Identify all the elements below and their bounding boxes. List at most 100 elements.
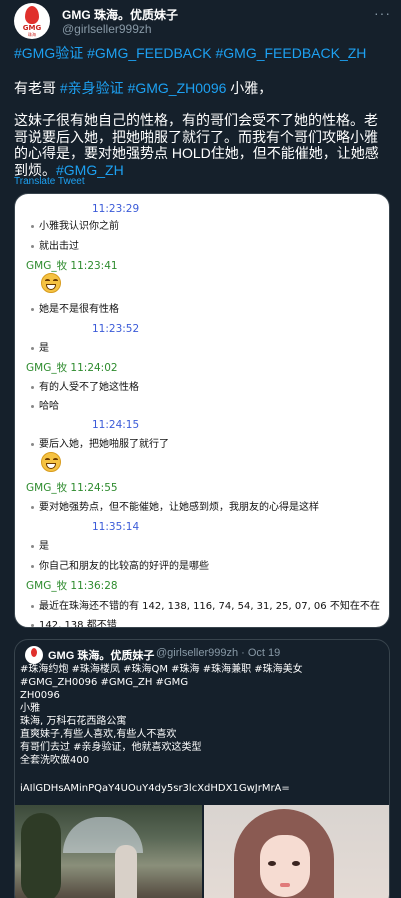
quoted-line: 有哥们去过 #亲身验证，他就喜欢这类型 bbox=[20, 742, 202, 753]
quoted-author-avatar bbox=[25, 646, 43, 664]
photo-eye-left bbox=[268, 861, 276, 866]
chat-message: 要对她强势点，但不能催她，让她感到烦，我朋友的心得是这样 bbox=[15, 495, 389, 514]
chat-message-text: 是 bbox=[31, 343, 49, 354]
chat-message-content: 142, 138 都不错 bbox=[39, 620, 117, 628]
author-handle[interactable]: @girlseller999zh bbox=[62, 22, 152, 36]
chat-timestamp: 11:23:52 bbox=[92, 323, 140, 335]
author-name[interactable]: GMG 珠海。优质妹子 bbox=[62, 6, 178, 23]
chat-sender-timestamp: GMG_牧 11:24:55 bbox=[26, 482, 118, 494]
photo-eye-right bbox=[292, 861, 300, 866]
chat-message-content: 是 bbox=[39, 541, 49, 552]
grin-emoji-icon bbox=[41, 452, 61, 472]
chat-bullet-icon bbox=[31, 307, 34, 311]
line2-prefix: 有老哥 bbox=[14, 80, 60, 96]
chat-message-content: 要对她强势点，但不能催她，让她感到烦，我朋友的心得是这样 bbox=[39, 502, 319, 513]
chat-bullet-icon bbox=[31, 505, 34, 509]
chat-sender-timestamp: GMG_牧 11:23:41 bbox=[26, 260, 118, 272]
chat-message-text: 哈哈 bbox=[31, 401, 59, 412]
quoted-tweet-code: iAIlGDHsAMinPQaY4UOuY4dy5sr3lcXdHDX1GwJr… bbox=[20, 783, 290, 794]
chat-message: 你自己和朋友的比较高的好评的是哪些 bbox=[15, 554, 389, 573]
chat-sender-timestamp: GMG_牧 11:24:02 bbox=[26, 362, 118, 374]
chat-timestamp-other: GMG_牧 11:24:02 bbox=[15, 356, 389, 375]
quoted-line: 全套洗吹做400 bbox=[20, 755, 90, 766]
chat-message-content: 有的人受不了她这性格 bbox=[39, 382, 139, 393]
quoted-line: 直爽妹子,有些人喜欢,有些人不喜欢 bbox=[20, 729, 177, 740]
tweet-header: GMG 珠海 GMG 珠海。优质妹子 @girlseller999zh ··· bbox=[14, 3, 391, 39]
chat-sender-timestamp: GMG_牧 11:36:28 bbox=[26, 580, 118, 592]
chat-timestamp-own: 11:23:52 bbox=[15, 317, 389, 336]
quoted-line: #珠海约炮 #珠海楼凤 #珠海QM #珠海 #珠海兼职 #珠海美女 bbox=[20, 664, 303, 675]
chat-message-content: 她是不是很有性格 bbox=[39, 304, 119, 315]
avatar-logo-sub: 珠海 bbox=[28, 32, 36, 37]
quoted-flame-logo-icon bbox=[31, 648, 37, 657]
chat-message-text: 就出击过 bbox=[31, 241, 79, 252]
emoji-part bbox=[46, 463, 56, 469]
chat-message-text: 有的人受不了她这性格 bbox=[31, 382, 139, 393]
translate-tweet-link[interactable]: Translate Tweet bbox=[14, 176, 85, 187]
emoji-part bbox=[53, 279, 58, 282]
quoted-author-handle: @girlseller999zh · Oct 19 bbox=[156, 647, 281, 659]
chat-message-text: 142, 138 都不错 bbox=[31, 620, 117, 628]
chat-message-text: 要后入她，把她啪服了就行了 bbox=[31, 439, 169, 450]
chat-message-text: 最近在珠海还不错的有 142, 138, 116, 74, 54, 31, 25… bbox=[31, 601, 380, 612]
avatar-logo-text: GMG bbox=[22, 24, 42, 32]
quoted-tweet-text: #珠海约炮 #珠海楼凤 #珠海QM #珠海 #珠海兼职 #珠海美女 #GMG_ZH… bbox=[20, 663, 386, 767]
quoted-author-name: GMG 珠海。优质妹子 bbox=[48, 650, 155, 662]
chat-bullet-icon bbox=[31, 442, 34, 446]
line2-suffix: 小雅， bbox=[226, 80, 273, 96]
chat-timestamp: 11:24:15 bbox=[92, 419, 140, 431]
quoted-line: 珠海, 万科石花西路公寓 bbox=[20, 716, 127, 727]
author-avatar[interactable]: GMG 珠海 bbox=[14, 3, 50, 39]
quoted-photo-left[interactable] bbox=[15, 805, 202, 898]
chat-message: 哈哈 bbox=[15, 394, 389, 413]
quoted-line: ZH0096 bbox=[20, 690, 60, 701]
chat-message-content: 你自己和朋友的比较高的好评的是哪些 bbox=[39, 561, 209, 572]
chat-message: 最近在珠海还不错的有 142, 138, 116, 74, 54, 31, 25… bbox=[15, 594, 389, 613]
chat-message: 就出击过 bbox=[15, 234, 389, 253]
chat-bullet-icon bbox=[31, 244, 34, 248]
chat-bullet-icon bbox=[31, 623, 34, 627]
more-options-icon[interactable]: ··· bbox=[374, 5, 391, 21]
chat-message-content: 哈哈 bbox=[39, 401, 59, 412]
chat-timestamp-other: GMG_牧 11:36:28 bbox=[15, 574, 389, 593]
chat-message-content: 小雅我认识你之前 bbox=[39, 221, 119, 232]
chat-message-content: 要后入她，把她啪服了就行了 bbox=[39, 439, 169, 450]
photo-plant bbox=[21, 813, 61, 898]
chat-message-content: 最近在珠海还不错的有 142, 138, 116, 74, 54, 31, 25… bbox=[39, 601, 380, 612]
photo-lips bbox=[280, 883, 290, 887]
flame-logo-icon bbox=[25, 6, 39, 24]
emoji-part bbox=[46, 284, 56, 290]
chat-message-text: 她是不是很有性格 bbox=[31, 304, 119, 315]
chat-message: 她是不是很有性格 bbox=[15, 297, 389, 316]
chat-message: 有的人受不了她这性格 bbox=[15, 375, 389, 394]
chat-bullet-icon bbox=[31, 564, 34, 568]
chat-message-text: 小雅我认识你之前 bbox=[31, 221, 119, 232]
emoji-part bbox=[45, 458, 50, 461]
chat-message-text: 是 bbox=[31, 541, 49, 552]
hashtags-line[interactable]: #GMG验证 #GMG_FEEDBACK #GMG_FEEDBACK_ZH bbox=[14, 43, 366, 63]
chat-message: 小雅我认识你之前 bbox=[15, 214, 389, 233]
chat-message-content: 就出击过 bbox=[39, 241, 79, 252]
chat-timestamp-own: 11:35:14 bbox=[15, 515, 389, 534]
hashtag-verify[interactable]: #亲身验证 bbox=[60, 80, 124, 96]
chat-timestamp-own: 11:24:15 bbox=[15, 413, 389, 432]
hashtag-zh0096[interactable]: #GMG_ZH0096 bbox=[128, 80, 227, 96]
quoted-photo-right[interactable] bbox=[204, 805, 389, 898]
chat-timestamp-other: GMG_牧 11:23:41 bbox=[15, 254, 389, 273]
quoted-tweet[interactable]: GMG 珠海。优质妹子 @girlseller999zh · Oct 19 #珠… bbox=[14, 639, 390, 898]
chat-timestamp-other: GMG_牧 11:24:55 bbox=[15, 476, 389, 495]
chat-message-text: 你自己和朋友的比较高的好评的是哪些 bbox=[31, 561, 209, 572]
chat-message: 是 bbox=[15, 336, 389, 355]
chat-bullet-icon bbox=[31, 544, 34, 548]
chat-message-content: 是 bbox=[39, 343, 49, 354]
quoted-line: 小雅 bbox=[20, 703, 40, 714]
chat-message: 要后入她，把她啪服了就行了 bbox=[15, 432, 389, 451]
chat-bullet-icon bbox=[31, 224, 34, 228]
tweet-line-2: 有老哥 #亲身验证 #GMG_ZH0096 小雅， bbox=[14, 78, 272, 98]
chat-screenshot: 11:23:29 小雅我认识你之前 就出击过 GMG_牧 11:23:41 她是不是很有… bbox=[14, 193, 390, 628]
chat-message-text: 要对她强势点，但不能催她，让她感到烦，我朋友的心得是这样 bbox=[31, 502, 319, 513]
tweet-body: 这妹子很有她自己的性格，有的哥们会受不了她的性格。老哥说要后入她，把她啪服了就行… bbox=[14, 112, 390, 178]
chat-bullet-icon bbox=[31, 385, 34, 389]
emoji-part bbox=[53, 458, 58, 461]
chat-timestamp: 11:35:14 bbox=[92, 521, 140, 533]
